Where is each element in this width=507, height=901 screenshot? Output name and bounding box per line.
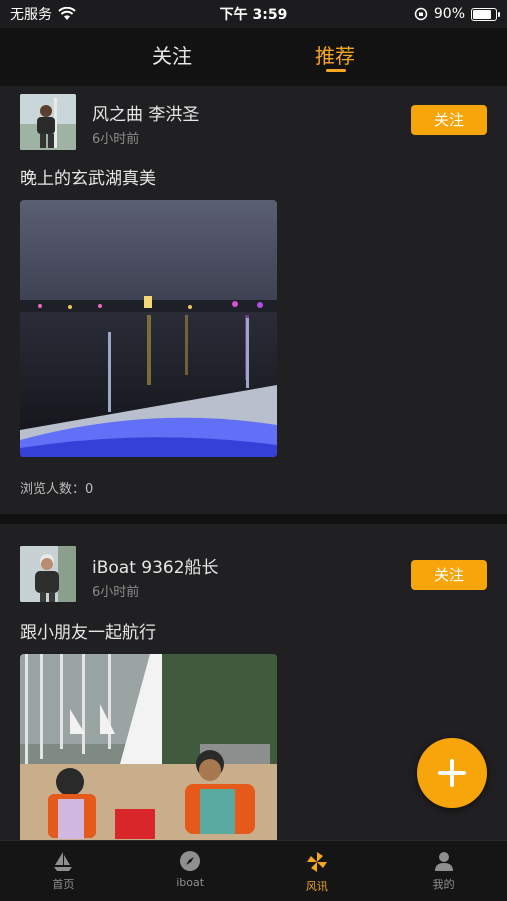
avatar[interactable] [20,94,76,150]
post-username[interactable]: 风之曲 李洪圣 [92,100,199,125]
status-bar: 无服务 下午 3:59 90% [0,0,507,28]
battery-percent: 90% [433,6,465,22]
avatar[interactable] [20,546,76,602]
view-count: 浏览人数：0 [20,482,94,497]
pinwheel-icon [306,852,327,872]
orientation-lock-icon [414,7,428,21]
post-text: 晚上的玄武湖真美 [20,169,156,189]
feed-list[interactable]: 风之曲 李洪圣 6小时前 关注 晚上的玄武湖真美 浏览人数：0 iBoat 93… [0,86,507,840]
nav-item-news[interactable]: 风讯 [254,841,381,901]
top-tab-bar: 关注 推荐 [0,28,507,86]
follow-button[interactable]: 关注 [411,560,487,590]
nav-item-iboat[interactable]: iboat [127,841,254,901]
post-photo[interactable] [20,654,277,840]
post-card[interactable]: 风之曲 李洪圣 6小时前 关注 晚上的玄武湖真美 浏览人数：0 [0,86,507,514]
post-time: 6小时前 [92,132,140,147]
post-text: 跟小朋友一起航行 [20,623,156,643]
follow-button[interactable]: 关注 [411,105,487,135]
battery-icon [471,7,500,21]
nav-label-news: 风讯 [305,880,328,893]
bottom-nav: 首页 iboat 风讯 我的 [0,840,507,901]
add-post-button[interactable] [417,738,487,808]
user-icon [434,852,453,871]
tab-recommend[interactable]: 推荐 [295,40,375,69]
nav-label-me: 我的 [432,878,455,891]
nav-item-me[interactable]: 我的 [380,841,507,901]
nav-label-iboat: iboat [176,876,205,889]
sailboat-icon [54,852,73,871]
post-username[interactable]: iBoat 9362船长 [92,553,219,578]
active-tab-indicator [326,69,346,72]
tab-follow[interactable]: 关注 [132,40,212,69]
post-photo[interactable] [20,200,277,457]
nav-label-home: 首页 [52,878,75,891]
post-divider [0,514,507,524]
nav-item-home[interactable]: 首页 [0,841,127,901]
compass-icon [180,851,201,871]
post-time: 6小时前 [92,585,140,600]
